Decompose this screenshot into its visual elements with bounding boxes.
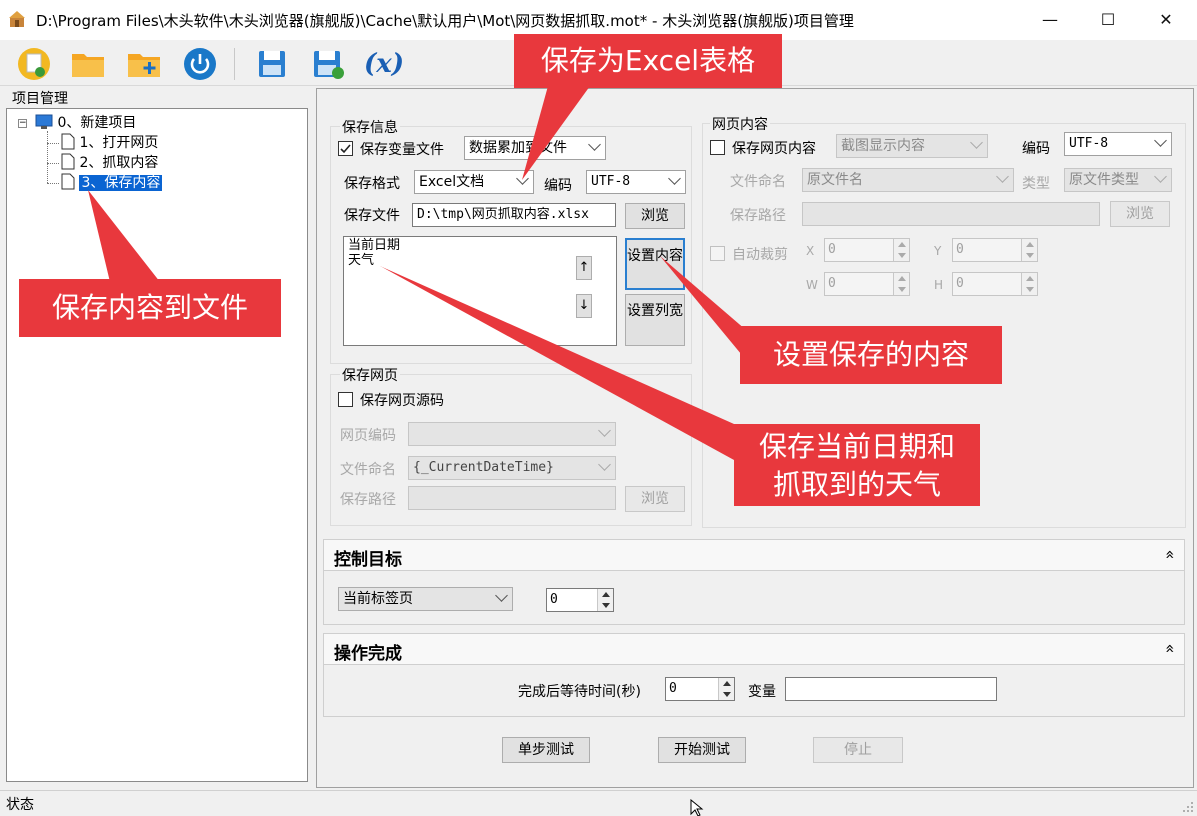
- callout-save-to-file: 保存内容到文件: [19, 279, 281, 337]
- callout-arrow: [660, 256, 746, 360]
- callout-save-date-weather: 保存当前日期和 抓取到的天气: [734, 424, 980, 506]
- callout-arrow: [88, 190, 160, 282]
- callout-line: 抓取到的天气: [772, 468, 941, 501]
- callout-line: 保存当前日期和: [758, 430, 955, 463]
- app-window: D:\Program Files\木头软件\木头浏览器(旗舰版)\Cache\默…: [0, 0, 1197, 816]
- callout-save-as-excel: 保存为Excel表格: [514, 34, 782, 88]
- callout-arrow: [380, 266, 734, 460]
- callout-arrows: [88, 86, 746, 460]
- callout-set-save-content: 设置保存的内容: [740, 326, 1002, 384]
- callout-arrow: [522, 86, 590, 180]
